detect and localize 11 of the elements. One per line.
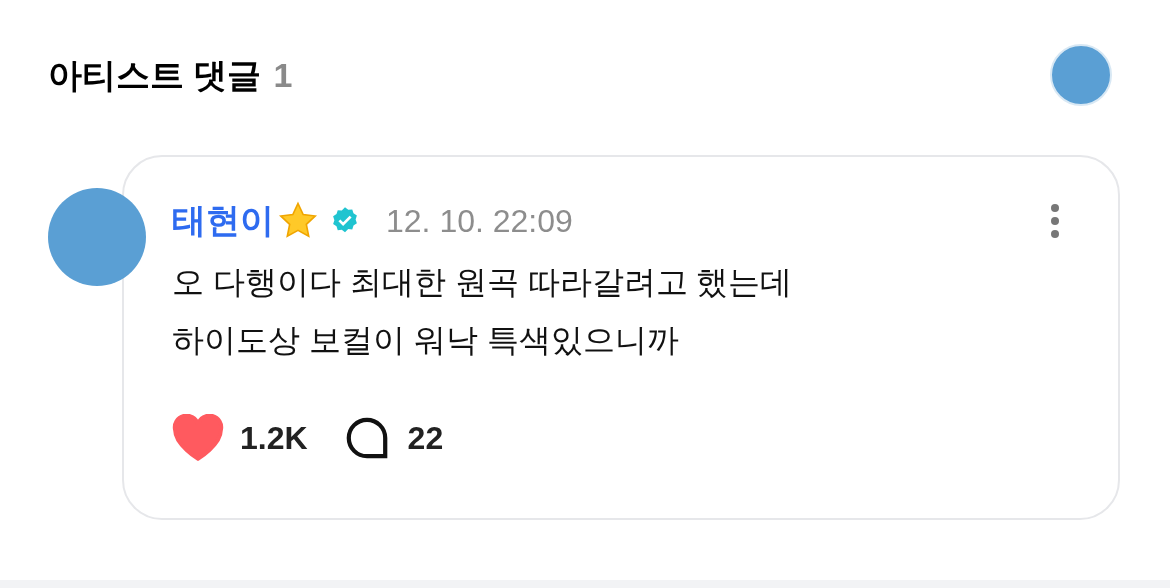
author-name[interactable]: 태현이	[172, 195, 274, 246]
reply-count: 22	[407, 419, 444, 458]
star-icon	[278, 200, 318, 241]
more-options-icon[interactable]	[1050, 202, 1060, 239]
heart-icon[interactable]	[172, 414, 224, 462]
comment-text: 하이도상 보컬이 워낙 특색있으니까	[172, 321, 680, 360]
comment-time: 12. 10. 22:09	[386, 201, 573, 241]
comment-text: 오 다행이다 최대한 원곡 따라갈려고 했는데	[172, 263, 794, 302]
section-title: 아티스트 댓글	[48, 54, 262, 96]
like-count: 1.2K	[240, 419, 308, 458]
comment-count: 1	[273, 54, 293, 96]
